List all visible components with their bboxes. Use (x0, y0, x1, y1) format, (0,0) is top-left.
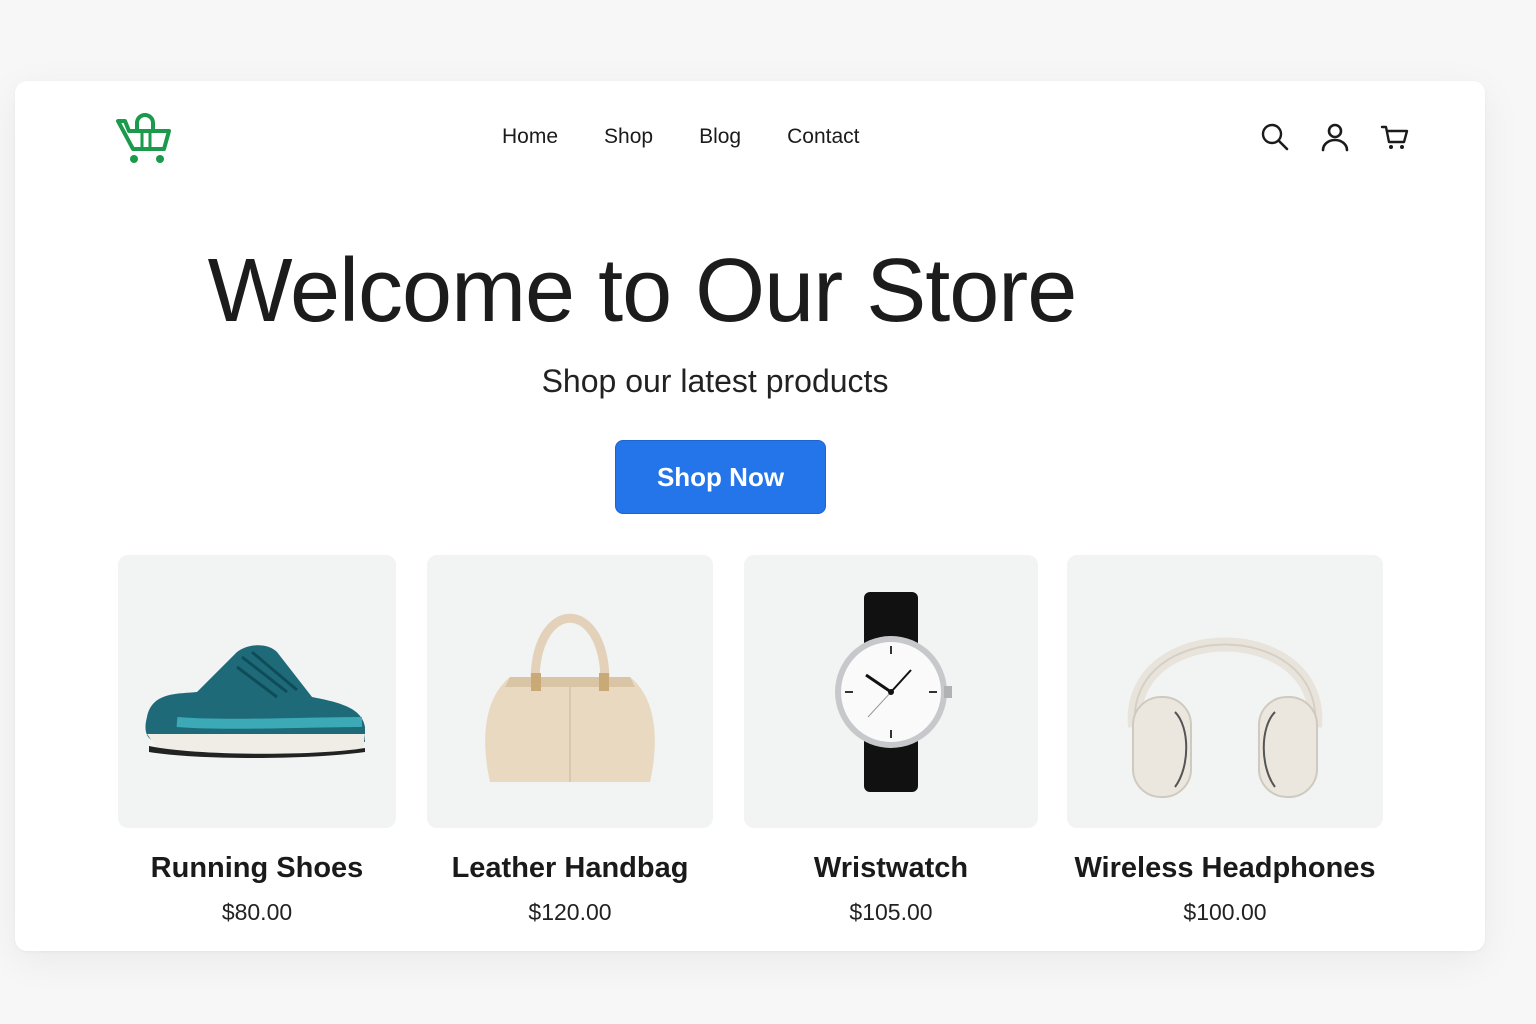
product-name: Running Shoes (150, 852, 364, 884)
search-icon[interactable] (1259, 121, 1291, 153)
nav-blog[interactable]: Blog (699, 123, 741, 151)
product-price: $120.00 (528, 899, 612, 925)
product-price: $100.00 (1183, 899, 1267, 925)
headphones-icon (1127, 637, 1323, 798)
product-price: $80.00 (221, 899, 293, 925)
nav-home[interactable]: Home (502, 123, 558, 151)
nav-shop[interactable]: Shop (604, 123, 653, 151)
nav-contact[interactable]: Contact (787, 123, 859, 151)
shopping-basket-icon[interactable] (115, 109, 175, 167)
user-icon[interactable] (1319, 121, 1351, 153)
cart-icon[interactable] (1379, 121, 1411, 153)
product-name: Wristwatch (813, 852, 969, 884)
product-card[interactable]: Wristwatch $105.00 (744, 555, 1038, 926)
hero-subtitle: Shop our latest products (541, 363, 889, 399)
product-card[interactable]: Leather Handbag $120.00 (427, 555, 713, 926)
product-image[interactable] (427, 555, 713, 828)
product-price: $105.00 (849, 899, 933, 925)
product-name: Leather Handbag (451, 852, 689, 884)
shop-now-button[interactable]: Shop Now (615, 440, 826, 514)
product-card[interactable]: Running Shoes $80.00 (118, 555, 396, 926)
store-page: Home Shop Blog Contact Welcome to Our St (15, 81, 1485, 951)
product-image[interactable] (744, 555, 1038, 828)
main-nav: Home Shop Blog Contact (502, 123, 905, 151)
handbag-icon (485, 613, 655, 782)
product-image[interactable] (1067, 555, 1383, 828)
hero-title: Welcome to Our Store (207, 241, 1078, 341)
product-name: Wireless Headphones (1074, 852, 1376, 884)
product-image[interactable] (118, 555, 396, 828)
sneaker-icon (145, 644, 365, 758)
product-card[interactable]: Wireless Headphones $100.00 (1067, 555, 1383, 926)
header-actions (1259, 121, 1411, 153)
watch-icon (835, 591, 952, 792)
